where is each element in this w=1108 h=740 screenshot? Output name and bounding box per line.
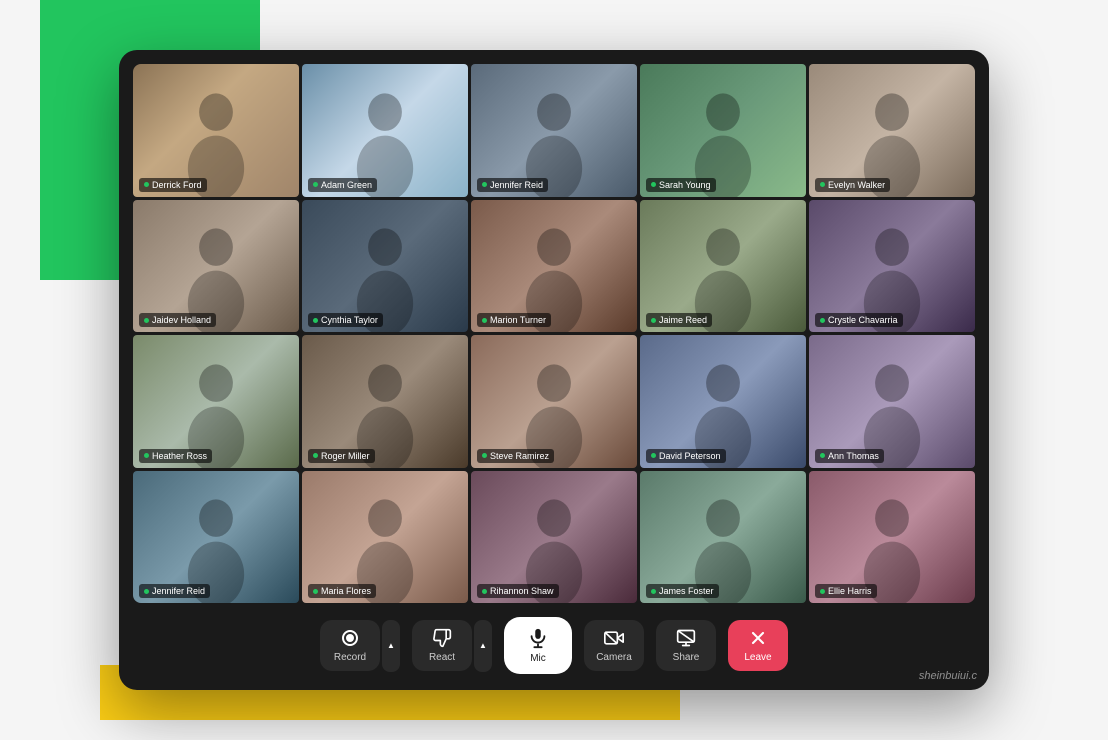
name-label-4: Sarah Young [646,178,716,192]
name-label-13: Steve Ramirez [477,449,554,463]
video-cell-2[interactable]: Adam Green [302,64,468,197]
video-cell-11[interactable]: Heather Ross [133,335,299,468]
leave-icon [748,628,768,648]
name-label-18: Rihannon Shaw [477,584,559,598]
name-label-2: Adam Green [308,178,377,192]
react-button[interactable]: React [412,620,472,671]
video-cell-6[interactable]: Jaidev Holland [133,200,299,333]
react-chevron-button[interactable]: ▲ [474,620,492,672]
react-btn-group: React ▲ [412,620,492,672]
name-label-11: Heather Ross [139,449,212,463]
record-icon [340,628,360,648]
name-label-3: Jennifer Reid [477,178,548,192]
video-cell-10[interactable]: Crystle Chavarria [809,200,975,333]
name-label-17: Maria Flores [308,584,376,598]
device-frame: Derrick Ford Adam Green Jennifer Reid [119,50,989,690]
video-cell-19[interactable]: James Foster [640,471,806,604]
mic-indicator-1 [144,182,149,187]
record-chevron-button[interactable]: ▲ [382,620,400,672]
name-label-14: David Peterson [646,449,726,463]
mic-indicator-3 [482,182,487,187]
video-cell-20[interactable]: Ellie Harris [809,471,975,604]
name-label-15: Ann Thomas [815,449,884,463]
name-label-9: Jaime Reed [646,313,712,327]
video-cell-4[interactable]: Sarah Young [640,64,806,197]
camera-label: Camera [596,652,632,663]
mic-indicator-4 [651,182,656,187]
video-cell-15[interactable]: Ann Thomas [809,335,975,468]
video-cell-8[interactable]: Marion Turner [471,200,637,333]
mic-indicator-11 [144,453,149,458]
mic-indicator-12 [313,453,318,458]
leave-label: Leave [744,652,771,663]
mic-indicator-6 [144,318,149,323]
watermark: sheinbuiui.c [919,670,977,682]
leave-button[interactable]: Leave [728,620,788,671]
toolbar: Record ▲ React ▲ [133,603,975,690]
share-button[interactable]: Share [656,620,716,671]
name-label-16: Jennifer Reid [139,584,210,598]
name-label-10: Crystle Chavarria [815,313,903,327]
name-label-8: Marion Turner [477,313,551,327]
record-btn-group: Record ▲ [320,620,400,672]
video-cell-1[interactable]: Derrick Ford [133,64,299,197]
name-label-6: Jaidev Holland [139,313,216,327]
react-label: React [429,652,455,663]
name-label-1: Derrick Ford [139,178,207,192]
video-cell-16[interactable]: Jennifer Reid [133,471,299,604]
camera-button[interactable]: Camera [584,620,644,671]
video-cell-18[interactable]: Rihannon Shaw [471,471,637,604]
share-label: Share [673,652,700,663]
name-label-5: Evelyn Walker [815,178,890,192]
mic-indicator-10 [820,318,825,323]
video-cell-14[interactable]: David Peterson [640,335,806,468]
mic-indicator-15 [820,453,825,458]
camera-icon [604,628,624,648]
mic-label: Mic [530,653,546,664]
video-cell-7[interactable]: Cynthia Taylor [302,200,468,333]
mic-indicator-19 [651,589,656,594]
mic-indicator-13 [482,453,487,458]
mic-button[interactable]: Mic [504,617,572,674]
mic-indicator-18 [482,589,487,594]
mic-indicator-5 [820,182,825,187]
name-label-20: Ellie Harris [815,584,877,598]
name-label-12: Roger Miller [308,449,375,463]
mic-indicator-2 [313,182,318,187]
mic-indicator-14 [651,453,656,458]
video-cell-12[interactable]: Roger Miller [302,335,468,468]
video-cell-13[interactable]: Steve Ramirez [471,335,637,468]
bg-decoration-green-small [40,200,120,280]
video-cell-5[interactable]: Evelyn Walker [809,64,975,197]
name-label-7: Cynthia Taylor [308,313,383,327]
mic-indicator-9 [651,318,656,323]
react-icon [432,628,452,648]
video-cell-17[interactable]: Maria Flores [302,471,468,604]
video-cell-3[interactable]: Jennifer Reid [471,64,637,197]
video-grid: Derrick Ford Adam Green Jennifer Reid [133,64,975,603]
video-cell-9[interactable]: Jaime Reed [640,200,806,333]
mic-indicator-8 [482,318,487,323]
share-icon [676,628,696,648]
mic-indicator-17 [313,589,318,594]
record-label: Record [334,652,366,663]
mic-indicator-20 [820,589,825,594]
mic-icon [527,627,549,649]
name-label-19: James Foster [646,584,719,598]
mic-indicator-16 [144,589,149,594]
record-button[interactable]: Record [320,620,380,671]
mic-indicator-7 [313,318,318,323]
